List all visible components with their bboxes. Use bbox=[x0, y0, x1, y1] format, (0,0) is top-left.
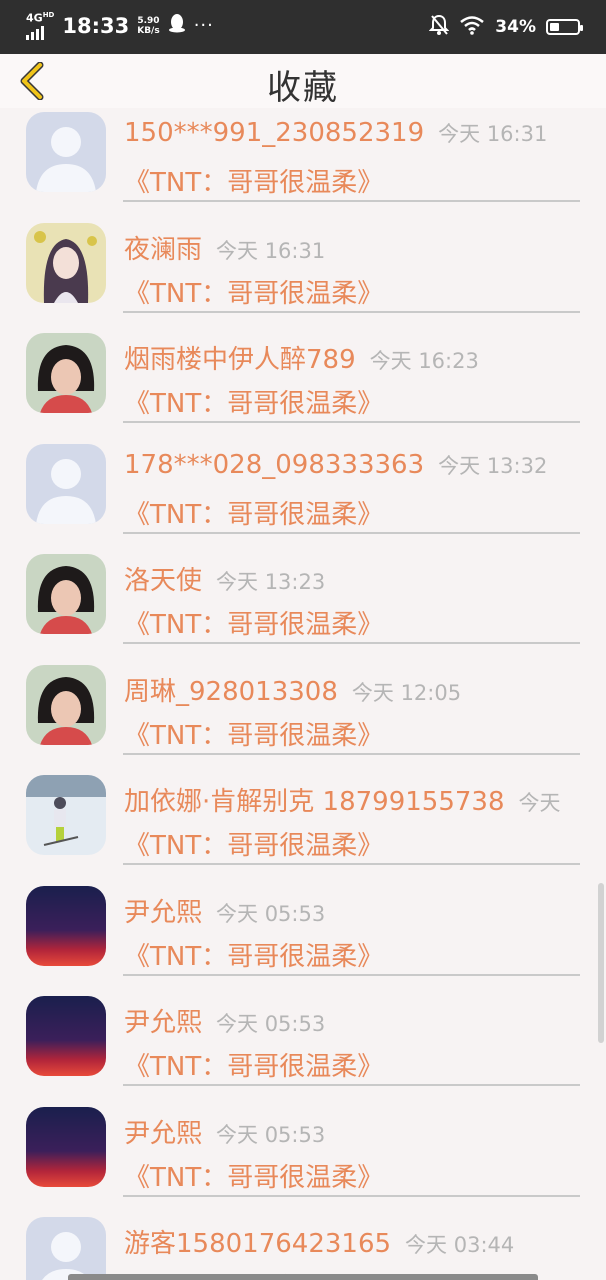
avatar[interactable] bbox=[26, 775, 106, 855]
item-header: 周琳_928013308 今天 12:05 bbox=[124, 671, 461, 708]
item-header: 178***028_098333363 今天 13:32 bbox=[124, 450, 547, 480]
user-name[interactable]: 尹允熙 bbox=[124, 1008, 202, 1038]
book-title[interactable]: 《TNT：哥哥很温柔》 bbox=[124, 715, 383, 752]
item-header: 烟雨楼中伊人醉789 今天 16:23 bbox=[124, 339, 479, 376]
list-item[interactable]: 尹允熙 今天 05:53 《TNT：哥哥很温柔》 bbox=[0, 1103, 606, 1213]
scrollbar[interactable] bbox=[598, 883, 604, 1043]
divider bbox=[123, 310, 580, 313]
avatar[interactable] bbox=[26, 996, 106, 1076]
avatar[interactable] bbox=[26, 664, 106, 745]
book-title[interactable]: 《TNT：哥哥很温柔》 bbox=[124, 162, 383, 199]
battery-icon bbox=[546, 19, 583, 35]
book-title[interactable]: 《TNT：哥哥很温柔》 bbox=[124, 1046, 383, 1083]
list-item[interactable]: 烟雨楼中伊人醉789 今天 16:23 《TNT：哥哥很温柔》 bbox=[0, 329, 606, 439]
book-title[interactable]: 《TNT：哥哥很温柔》 bbox=[124, 494, 383, 531]
list-item[interactable]: 150***991_230852319 今天 16:31 《TNT：哥哥很温柔》 bbox=[0, 108, 606, 218]
timestamp: 今天 13:23 bbox=[216, 570, 326, 594]
avatar[interactable] bbox=[26, 112, 106, 192]
book-title[interactable]: 《TNT：哥哥很温柔》 bbox=[124, 1157, 383, 1194]
item-header: 加依娜·肯解别克 18799155738 今天 bbox=[124, 781, 561, 818]
divider bbox=[123, 1194, 580, 1197]
user-name[interactable]: 洛天使 bbox=[124, 566, 202, 596]
network-indicator: 4GHD bbox=[26, 12, 54, 40]
app-header: 收藏 bbox=[0, 54, 606, 108]
divider bbox=[123, 863, 580, 865]
item-header: 尹允熙 今天 05:53 bbox=[124, 892, 325, 929]
item-header: 游客1580176423165 今天 03:44 bbox=[124, 1223, 514, 1260]
list-item[interactable]: 夜澜雨 今天 16:31 《TNT：哥哥很温柔》 bbox=[0, 219, 606, 329]
mute-bell-icon bbox=[428, 14, 450, 40]
list-item[interactable]: 178***028_098333363 今天 13:32 《TNT：哥哥很温柔》 bbox=[0, 440, 606, 550]
divider bbox=[123, 642, 580, 644]
avatar[interactable] bbox=[26, 222, 106, 303]
network-label: 4GHD bbox=[26, 11, 55, 25]
book-title[interactable]: 《TNT：哥哥很温柔》 bbox=[124, 936, 383, 973]
timestamp: 今天 16:31 bbox=[216, 238, 326, 263]
avatar[interactable] bbox=[26, 443, 106, 524]
list-item[interactable]: 洛天使 今天 13:23 《TNT：哥哥很温柔》 bbox=[0, 550, 606, 660]
timestamp: 今天 12:05 bbox=[351, 680, 462, 705]
user-name[interactable]: 加依娜·肯解别克 18799155738 bbox=[124, 787, 505, 817]
item-header: 洛天使 今天 13:23 bbox=[124, 560, 325, 597]
user-name[interactable]: 夜澜雨 bbox=[124, 235, 202, 265]
item-header: 150***991_230852319 今天 16:31 bbox=[124, 118, 547, 148]
user-name[interactable]: 游客1580176423165 bbox=[124, 1229, 391, 1259]
avatar[interactable] bbox=[26, 333, 106, 413]
divider bbox=[123, 531, 580, 534]
book-title[interactable]: 《TNT：哥哥很温柔》 bbox=[124, 383, 383, 420]
item-header: 尹允熙 今天 05:53 bbox=[124, 1113, 325, 1150]
timestamp: 今天 05:53 bbox=[216, 901, 326, 926]
user-name[interactable]: 尹允熙 bbox=[124, 1119, 202, 1149]
item-header: 夜澜雨 今天 16:31 bbox=[124, 229, 325, 266]
book-title[interactable]: 《TNT：哥哥很温柔》 bbox=[124, 604, 383, 641]
user-name[interactable]: 尹允熙 bbox=[124, 898, 202, 928]
timestamp: 今天 16:23 bbox=[369, 349, 479, 373]
divider bbox=[123, 200, 580, 202]
user-name[interactable]: 150***991_230852319 bbox=[124, 118, 424, 148]
battery-percent: 34% bbox=[495, 17, 536, 37]
timestamp: 今天 03:44 bbox=[405, 1233, 515, 1257]
timestamp: 今天 13:32 bbox=[438, 453, 548, 478]
timestamp: 今天 05:53 bbox=[216, 1122, 326, 1147]
list-item[interactable]: 加依娜·肯解别克 18799155738 今天《TNT：哥哥很温柔》 bbox=[0, 771, 606, 881]
qq-penguin-icon bbox=[168, 13, 186, 38]
book-title[interactable]: 《TNT：哥哥很温柔》 bbox=[124, 825, 383, 862]
divider bbox=[123, 973, 580, 976]
list-item[interactable]: 周琳_928013308 今天 12:05 《TNT：哥哥很温柔》 bbox=[0, 661, 606, 771]
status-bar: 4GHD 18:33 5.90 KB/s ··· 34% bbox=[0, 0, 606, 54]
user-name[interactable]: 178***028_098333363 bbox=[124, 450, 424, 480]
wifi-icon bbox=[459, 15, 485, 39]
list-item[interactable]: 尹允熙 今天 05:53 《TNT：哥哥很温柔》 bbox=[0, 882, 606, 992]
user-name[interactable]: 烟雨楼中伊人醉789 bbox=[124, 345, 356, 375]
timestamp: 今天 05:53 bbox=[216, 1012, 326, 1036]
avatar[interactable] bbox=[26, 1106, 106, 1187]
avatar[interactable] bbox=[26, 885, 106, 966]
network-speed: 5.90 KB/s bbox=[137, 15, 160, 36]
timestamp: 今天 bbox=[518, 791, 561, 815]
more-notifications-icon: ··· bbox=[193, 15, 214, 37]
list-item[interactable]: 游客1580176423165今天 03:44《TNT：哥哥很温柔》 bbox=[0, 1213, 606, 1280]
user-name[interactable]: 周琳_928013308 bbox=[124, 677, 338, 707]
divider bbox=[123, 421, 580, 423]
avatar[interactable] bbox=[26, 1217, 106, 1280]
page-title: 收藏 bbox=[267, 68, 339, 108]
list-item[interactable]: 尹允熙 今天 05:53 《TNT：哥哥很温柔》 bbox=[0, 992, 606, 1102]
timestamp: 今天 16:31 bbox=[438, 122, 548, 146]
divider bbox=[123, 752, 580, 755]
item-header: 尹允熙 今天 05:53 bbox=[124, 1002, 325, 1039]
home-indicator[interactable] bbox=[68, 1274, 538, 1280]
divider bbox=[123, 1084, 580, 1086]
avatar[interactable] bbox=[26, 554, 106, 634]
signal-icon bbox=[26, 24, 44, 40]
status-left: 4GHD 18:33 5.90 KB/s ··· bbox=[26, 12, 214, 40]
clock: 18:33 bbox=[62, 13, 130, 38]
favorites-list: 150***991_230852319 今天 16:31 《TNT：哥哥很温柔》 夜澜… bbox=[0, 108, 606, 1280]
book-title[interactable]: 《TNT：哥哥很温柔》 bbox=[124, 273, 383, 310]
status-right: 34% bbox=[428, 14, 583, 40]
